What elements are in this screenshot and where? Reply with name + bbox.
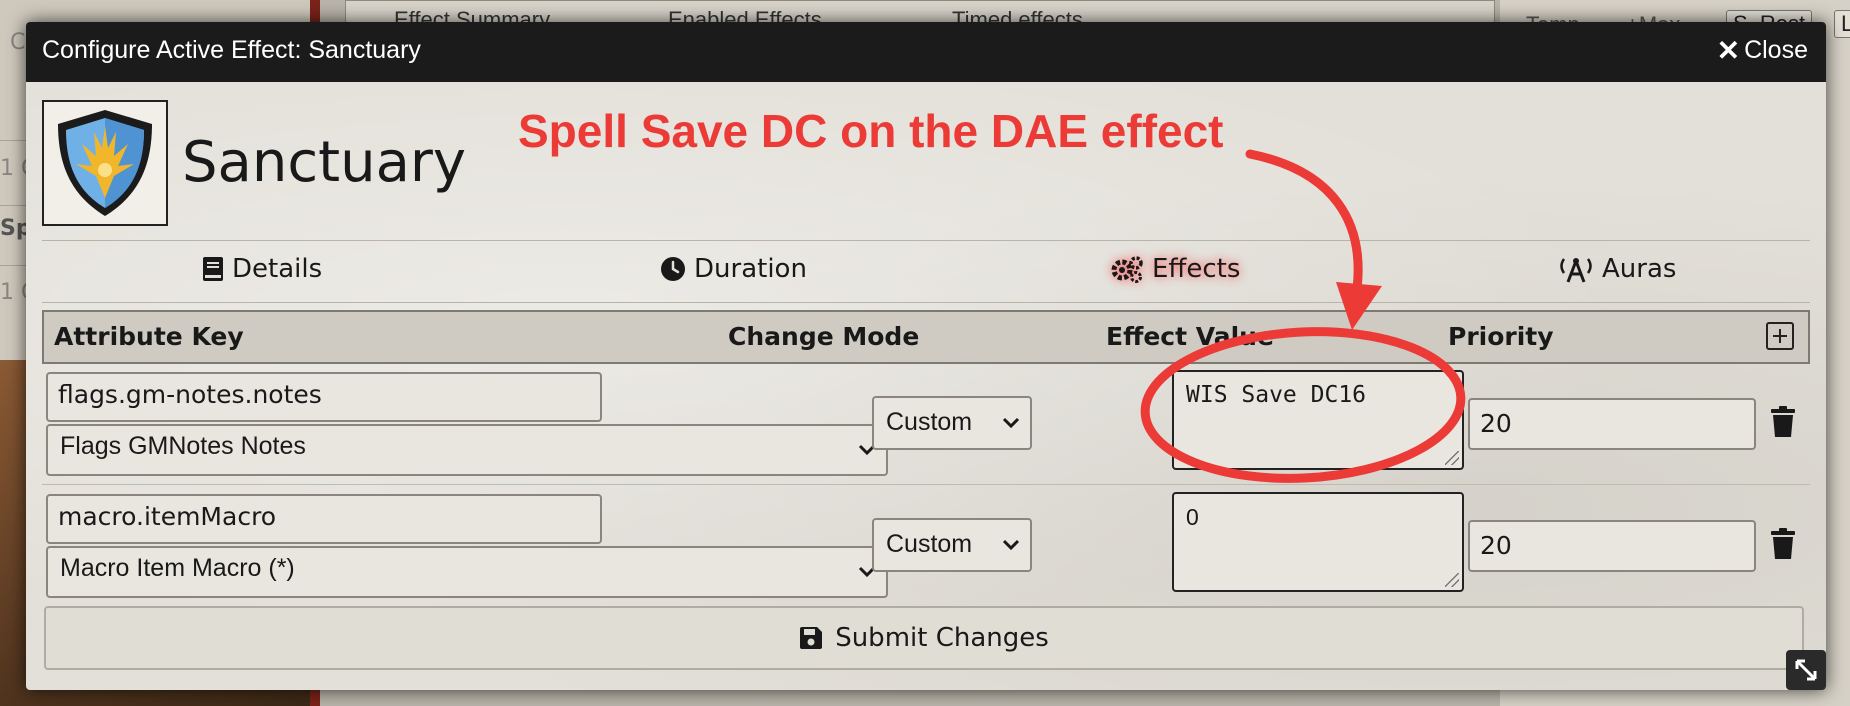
close-icon: ✕ bbox=[1716, 34, 1741, 66]
attribute-key-input[interactable]: flags.gm-notes.notes bbox=[46, 372, 602, 422]
changes-table-header: Attribute Key Change Mode Effect Value P… bbox=[42, 310, 1810, 364]
long-rest-button[interactable]: L. bbox=[1834, 10, 1850, 38]
tab-duration[interactable]: Duration bbox=[660, 254, 807, 284]
row-divider bbox=[42, 484, 1810, 485]
trash-icon bbox=[1771, 528, 1795, 559]
tab-effects[interactable]: Effects bbox=[1110, 254, 1240, 284]
book-icon bbox=[203, 257, 223, 281]
tab-auras[interactable]: Auras bbox=[1558, 254, 1676, 284]
window-resize-handle[interactable] bbox=[1786, 650, 1826, 690]
delete-change-icon[interactable] bbox=[1770, 528, 1796, 564]
chevron-down-icon bbox=[1002, 539, 1020, 551]
resize-grip-icon[interactable] bbox=[1445, 451, 1459, 465]
chevron-down-icon bbox=[1002, 417, 1020, 429]
select-value: Custom bbox=[886, 408, 973, 436]
shield-icon bbox=[58, 110, 152, 216]
save-icon bbox=[800, 627, 823, 649]
trash-icon bbox=[1771, 406, 1795, 437]
select-value: Custom bbox=[886, 530, 973, 558]
annotation-text: Spell Save DC on the DAE effect bbox=[518, 105, 1224, 157]
effect-value-textarea[interactable]: WIS Save DC16 bbox=[1172, 370, 1464, 470]
delete-change-icon[interactable] bbox=[1770, 406, 1796, 442]
dialog-title: Configure Active Effect: Sanctuary bbox=[42, 36, 421, 64]
select-value: Macro Item Macro (*) bbox=[60, 554, 295, 582]
effect-value-textarea[interactable]: 0 bbox=[1172, 492, 1464, 592]
close-button[interactable]: ✕ Close bbox=[1717, 36, 1808, 65]
attribute-key-select[interactable]: Macro Item Macro (*) bbox=[46, 546, 888, 598]
close-label: Close bbox=[1744, 36, 1808, 64]
resize-grip-icon[interactable] bbox=[1445, 573, 1459, 587]
header-change-mode: Change Mode bbox=[728, 322, 920, 351]
effect-value-text: WIS Save DC16 bbox=[1186, 382, 1367, 408]
tab-details[interactable]: Details bbox=[202, 254, 322, 284]
header-effect-value: Effect Value bbox=[1106, 322, 1274, 351]
expand-icon bbox=[1795, 659, 1817, 681]
cogs-icon bbox=[1111, 256, 1143, 283]
submit-changes-button[interactable]: Submit Changes bbox=[44, 606, 1804, 670]
tab-label: Auras bbox=[1602, 254, 1677, 284]
tab-label: Duration bbox=[694, 254, 807, 284]
effect-icon-image[interactable] bbox=[42, 100, 168, 226]
dialog-titlebar[interactable]: Configure Active Effect: Sanctuary ✕ Clo… bbox=[26, 22, 1826, 82]
clock-icon bbox=[661, 257, 685, 281]
attribute-key-input[interactable]: macro.itemMacro bbox=[46, 494, 602, 544]
header-attribute-key: Attribute Key bbox=[54, 322, 244, 351]
priority-input[interactable]: 20 bbox=[1468, 398, 1756, 450]
submit-label: Submit Changes bbox=[835, 623, 1049, 653]
select-value: Flags GMNotes Notes bbox=[60, 432, 306, 460]
attribute-key-select[interactable]: Flags GMNotes Notes bbox=[46, 424, 888, 476]
priority-input[interactable]: 20 bbox=[1468, 520, 1756, 572]
effect-value-text: 0 bbox=[1186, 504, 1199, 530]
change-mode-select[interactable]: Custom bbox=[872, 396, 1032, 450]
change-mode-select[interactable]: Custom bbox=[872, 518, 1032, 572]
dialog-tabs: Details Duration Effects Auras bbox=[42, 240, 1810, 303]
header-priority: Priority bbox=[1448, 322, 1554, 351]
broadcast-icon bbox=[1560, 258, 1592, 283]
tab-label: Details bbox=[232, 254, 323, 284]
tab-label: Effects bbox=[1152, 254, 1241, 284]
add-change-icon[interactable] bbox=[1766, 322, 1794, 350]
effect-name: Sanctuary bbox=[182, 130, 467, 195]
